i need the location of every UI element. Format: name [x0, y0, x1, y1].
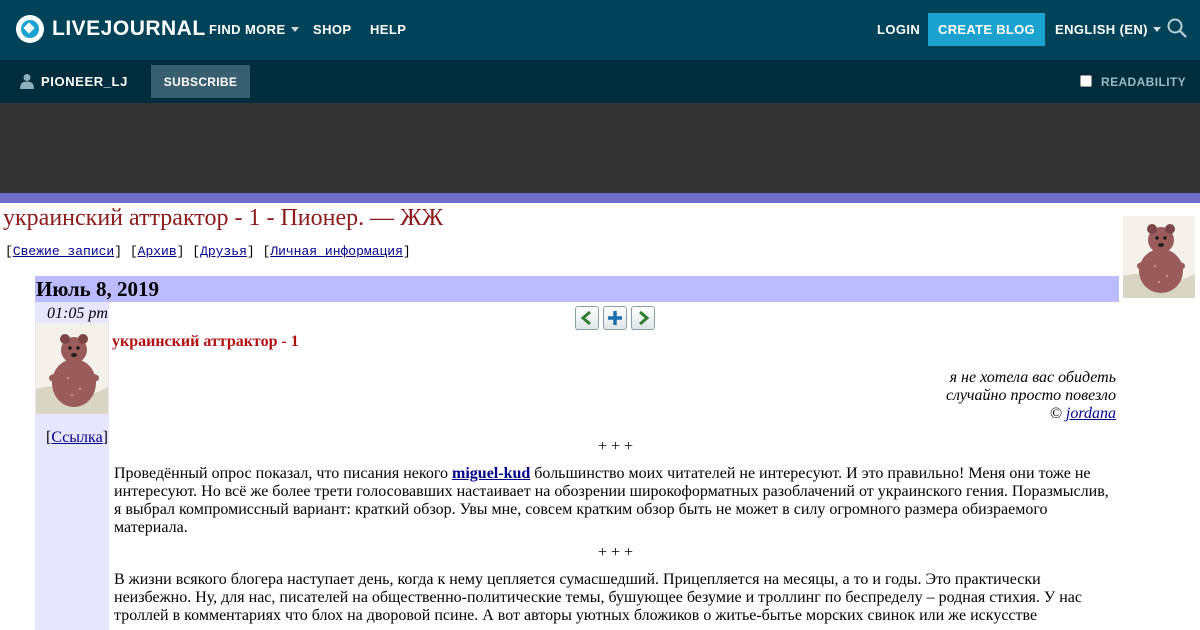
profile-link[interactable]: Личная информация: [270, 244, 403, 259]
journal-title: украинский аттрактор - 1 - Пионер. — ЖЖ: [3, 205, 444, 231]
top-navigation-bar: LIVEJOURNAL FIND MORE SHOP HELP LOGIN CR…: [0, 0, 1200, 60]
section-separator: + + +: [598, 438, 634, 455]
copyright-sign: ©: [1049, 405, 1062, 422]
journal-username[interactable]: PIONEER_LJ: [41, 74, 128, 89]
subscribe-button[interactable]: SUBSCRIBE: [151, 65, 250, 98]
post-paragraph: В жизни всякого блогера наступает день, …: [114, 571, 1082, 624]
language-selector[interactable]: ENGLISH (EN): [1055, 22, 1161, 37]
login-link[interactable]: LOGIN: [877, 22, 920, 37]
next-entry-button[interactable]: [631, 306, 655, 330]
winnie-pooh-userpic[interactable]: [36, 323, 108, 414]
post-title: украинский аттрактор - 1: [112, 333, 299, 350]
quote-attribution: © jordana: [946, 405, 1116, 423]
user-link-miguel-kud[interactable]: miguel-kud: [452, 465, 530, 482]
winnie-pooh-userpic[interactable]: [1123, 216, 1195, 298]
entry-permalink: [Ссылка]: [46, 429, 108, 446]
livejournal-logo-icon: [16, 15, 44, 43]
chevron-down-icon: [290, 27, 299, 32]
post-paragraph: Проведённый опрос показал, что писания н…: [114, 465, 1114, 537]
help-link[interactable]: HELP: [370, 22, 406, 37]
epigraph-quote: я не хотела вас обидеть случайно просто …: [946, 369, 1116, 423]
shop-link[interactable]: SHOP: [313, 22, 351, 37]
section-separator: + + +: [598, 544, 634, 561]
entry-time: 01:05 pm: [47, 305, 108, 322]
plus-icon: [608, 311, 622, 325]
archive-link[interactable]: Архив: [138, 244, 177, 259]
permalink-link[interactable]: Ссылка: [51, 429, 102, 446]
entry-date: Июль 8, 2019: [36, 277, 159, 301]
journal-nav-links: [Свежие записи] [Архив] [Друзья] [Личная…: [5, 244, 411, 259]
language-label: ENGLISH (EN): [1055, 22, 1148, 37]
entry-navigation-arrows: [575, 306, 655, 330]
quote-line: случайно просто повезло: [945, 387, 1116, 404]
readability-checkbox[interactable]: [1080, 75, 1092, 87]
search-icon[interactable]: [1167, 18, 1187, 38]
journal-subbar: PIONEER_LJ SUBSCRIBE READABILITY: [0, 60, 1200, 103]
user-icon: [20, 74, 34, 89]
friends-link[interactable]: Друзья: [200, 244, 247, 259]
quote-author-link[interactable]: jordana: [1066, 405, 1116, 422]
readability-label[interactable]: READABILITY: [1101, 75, 1186, 89]
add-to-memories-button[interactable]: [603, 306, 627, 330]
quote-line: я не хотела вас обидеть: [949, 369, 1116, 386]
arrow-right-icon: [639, 310, 650, 326]
find-more-label: FIND MORE: [209, 22, 286, 37]
header-divider: [0, 193, 1200, 203]
logo-text: LIVEJOURNAL: [52, 17, 206, 40]
paragraph-text: Проведённый опрос показал, что писания н…: [114, 465, 453, 482]
livejournal-logo[interactable]: LIVEJOURNAL: [16, 15, 206, 43]
previous-entry-button[interactable]: [575, 306, 599, 330]
arrow-left-icon: [580, 310, 591, 326]
recent-entries-link[interactable]: Свежие записи: [13, 244, 114, 259]
create-blog-button[interactable]: CREATE BLOG: [928, 13, 1045, 46]
chevron-down-icon: [1152, 27, 1161, 32]
date-header-bar: [35, 276, 1119, 302]
find-more-menu[interactable]: FIND MORE: [209, 22, 299, 37]
ad-banner-area: [0, 103, 1200, 193]
